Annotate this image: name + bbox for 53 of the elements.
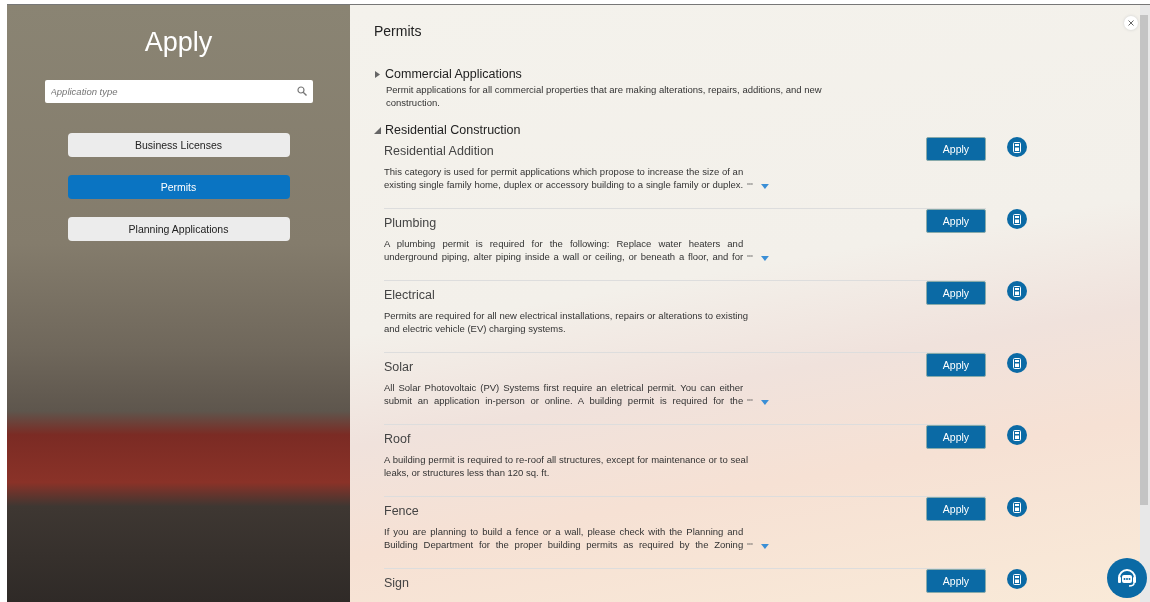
apply-button[interactable]: Apply [926, 137, 986, 161]
permit-name: Electrical [384, 288, 436, 302]
scrollbar-thumb[interactable] [1140, 15, 1148, 505]
page-title: Apply [144, 27, 213, 58]
permit-name: Fence [384, 504, 420, 518]
calculator-button[interactable] [1007, 281, 1027, 301]
calculator-icon [1013, 357, 1021, 369]
apply-button[interactable]: Apply [926, 281, 986, 305]
search-icon [296, 86, 307, 96]
calculator-icon [1013, 213, 1021, 225]
category-toggle[interactable]: Residential Construction [374, 123, 521, 137]
calculator-button[interactable] [1007, 353, 1027, 373]
permit-description: Permits are required for all new electrical installations, repairs or alterations to existing and electric vehicle (EV) charging systems. [384, 309, 748, 335]
collapse-icon [374, 126, 381, 134]
section-title: Permits [374, 23, 423, 39]
category-description: Permit applications for all commercial properties that are making alterations, repairs, additions, and new construction. [386, 83, 823, 109]
calculator-icon [1013, 285, 1021, 297]
apply-button[interactable]: Apply [926, 353, 986, 377]
calculator-button[interactable] [1007, 209, 1027, 229]
permit-description: All Solar Photovoltaic (PV) Systems first require an eletrical permit. You can either submit an application in-person or online. A building permit is required for the [384, 381, 744, 407]
permit-name: Residential Addition [384, 144, 495, 158]
category-button[interactable]: Business Licenses [67, 133, 290, 157]
permit-description: This category is used for permit applications which propose to increase the size of an existing single family home, duplex or accessory building to a single family or duplex. [384, 165, 744, 191]
apply-button[interactable]: Apply [926, 497, 986, 521]
caret-icon[interactable] [761, 256, 769, 261]
calculator-button[interactable] [1007, 425, 1027, 445]
apply-button[interactable]: Apply [926, 209, 986, 233]
permit-description: A plumbing permit is required for the following: Replace water heaters and underground piping, alter piping inside a wall or ceiling, or beneath a floor, and for [384, 237, 744, 263]
caret-icon[interactable] [761, 544, 769, 549]
calculator-icon [1013, 573, 1021, 585]
calculator-button[interactable] [1007, 137, 1027, 157]
permit-name: Solar [384, 360, 415, 374]
category-button[interactable]: Permits [67, 175, 290, 199]
caret-icon[interactable] [761, 184, 769, 189]
close-icon [1128, 20, 1134, 26]
permit-name: Roof [384, 432, 412, 446]
apply-button[interactable]: Apply [926, 425, 986, 449]
calculator-icon [1013, 429, 1021, 441]
permit-description: If you are planning to build a fence or a wall, please check with the Planning and Building Department for the proper building permits as required by the Zoning [384, 525, 744, 551]
category-button[interactable]: Planning Applications [67, 217, 290, 241]
calculator-icon [1013, 501, 1021, 513]
expand-icon [374, 70, 381, 78]
category-toggle[interactable]: Commercial Applications [374, 67, 522, 81]
calculator-button[interactable] [1007, 569, 1027, 589]
permit-description: A building permit is required to re-roof all structures, except for maintenance or to seal leaks, or structures less than 120 sq. ft. [384, 453, 748, 479]
search-field[interactable]: Application type [44, 80, 313, 103]
apply-button[interactable]: Apply [926, 569, 986, 593]
calculator-button[interactable] [1007, 497, 1027, 517]
caret-icon[interactable] [761, 400, 769, 405]
calculator-icon [1013, 141, 1021, 153]
permit-name: Plumbing [384, 216, 438, 230]
headset-icon [1116, 567, 1138, 589]
permit-name: Sign [384, 576, 411, 590]
